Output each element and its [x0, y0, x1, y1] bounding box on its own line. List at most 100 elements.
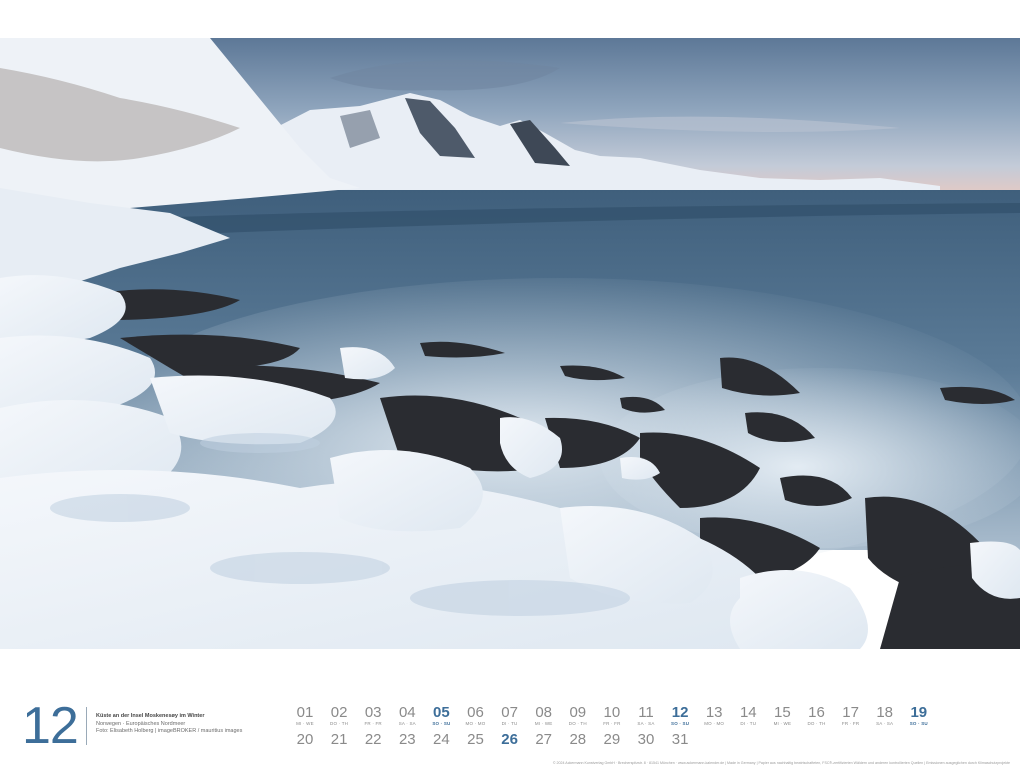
calendar-day: 14 DI · TU: [731, 704, 765, 727]
calendar-day: 09 DO · TH: [561, 704, 595, 727]
day-name: SO · SU: [432, 721, 451, 726]
day-name: MO · MO: [704, 721, 725, 726]
calendar-day: 22: [356, 731, 390, 748]
calendar-day: 05 SO · SU: [424, 704, 458, 727]
day-number: 13: [705, 704, 723, 721]
calendar-day: 24: [424, 731, 458, 748]
caption-location: Norwegen · Europäisches Nordmeer: [96, 720, 186, 727]
calendar-day: 27: [527, 731, 561, 748]
day-number: 14: [739, 704, 757, 721]
day-number: 21: [330, 731, 348, 748]
calendar-day-label: DO · TH: [390, 748, 424, 754]
calendar-day: 08 MI · WE: [527, 704, 561, 727]
calendar-day: 23: [390, 731, 424, 748]
day-number: 28: [569, 731, 587, 748]
calendar-day: 12 SO · SU: [663, 704, 697, 727]
calendar-day: 10 FR · FR: [595, 704, 629, 727]
calendar-day-label: MO · MO: [288, 748, 322, 754]
day-name: FR · FR: [841, 721, 860, 726]
day-number: 05: [433, 704, 450, 721]
day-number: 16: [808, 704, 825, 721]
calendar-day: 02 DO · TH: [322, 704, 356, 727]
calendar-day: 01 MI · WE: [288, 704, 322, 727]
calendar-day: 19 SO · SU: [902, 704, 936, 727]
month-number: 12: [22, 697, 79, 755]
calendar-day: 06 MO · MO: [459, 704, 493, 727]
calendar-day-label: MI · WE: [356, 748, 390, 754]
day-number: 25: [467, 731, 484, 748]
day-name: DO · TH: [568, 721, 587, 726]
calendar-day-label: DO · TH: [629, 748, 663, 754]
day-number: 31: [671, 731, 689, 748]
day-name: MO · MO: [465, 721, 486, 726]
calendar-day: 13 MO · MO: [697, 704, 731, 727]
calendar-day: 03 FR · FR: [356, 704, 390, 727]
day-name: SO · SU: [671, 721, 690, 726]
calendar-day: 11 SA · SA: [629, 704, 663, 727]
calendar-day-label: FR · FR: [663, 748, 697, 754]
calendar-day: 16 DO · TH: [800, 704, 834, 727]
calendar-day: 04 SA · SA: [390, 704, 424, 727]
day-number: 01: [296, 704, 314, 721]
photo-caption: Küste an der Insel Moskenesøy im Winter …: [96, 713, 316, 736]
calendar-day-label: SA · SA: [459, 748, 493, 754]
day-number: 11: [638, 704, 654, 721]
day-name: SA · SA: [876, 721, 894, 726]
calendar-day: 07 DI · TU: [493, 704, 527, 727]
month-divider: [86, 707, 87, 745]
calendar-day-label: DI · TU: [322, 748, 356, 754]
calendar-day-label: SO · SU: [493, 748, 527, 754]
day-number: 17: [842, 704, 859, 721]
day-name: SA · SA: [398, 721, 416, 726]
calendar-day: 20: [288, 731, 322, 748]
caption-title: Küste an der Insel Moskenesøy im Winter: [96, 713, 205, 719]
day-name: DO · TH: [807, 721, 826, 726]
day-number: 27: [535, 731, 553, 748]
day-number: 18: [876, 704, 894, 721]
calendar-day: 28: [561, 731, 595, 748]
day-number: 15: [774, 704, 791, 721]
day-number: 30: [637, 731, 655, 748]
day-name: MI · WE: [773, 721, 792, 726]
calendar-day-label: MO · MO: [527, 748, 561, 754]
calendar-day: 30: [629, 731, 663, 748]
day-name: MI · WE: [534, 721, 553, 726]
day-name: SO · SU: [909, 721, 928, 726]
calendar-day: 18 SA · SA: [868, 704, 902, 727]
day-number: 29: [603, 731, 621, 748]
day-name: DI · TU: [740, 721, 757, 726]
calendar-day: 15 MI · WE: [765, 704, 799, 727]
day-number: 26: [501, 731, 518, 748]
day-number: 23: [398, 731, 416, 748]
day-name: DO · TH: [330, 721, 349, 726]
calendar-day: 21: [322, 731, 356, 748]
calendar-day: 29: [595, 731, 629, 748]
calendar-day: 25: [459, 731, 493, 748]
day-name: FR · FR: [603, 721, 621, 726]
day-name: MI · WE: [296, 721, 314, 726]
calendar-day: 31: [663, 731, 697, 748]
day-number: 04: [398, 704, 416, 721]
day-number: 22: [364, 731, 382, 748]
day-number: 09: [569, 704, 587, 721]
day-number: 12: [671, 704, 689, 721]
day-number: 08: [535, 704, 553, 721]
day-name: SA · SA: [637, 721, 655, 726]
day-name: FR · FR: [364, 721, 382, 726]
calendar-day-label: MI · WE: [595, 748, 629, 754]
day-name: DI · TU: [501, 721, 518, 726]
day-number: 19: [910, 704, 928, 721]
calendar-day-label: DI · TU: [561, 748, 595, 754]
day-number: 10: [603, 704, 621, 721]
landscape-photo: [0, 38, 1020, 649]
day-number: 07: [501, 704, 518, 721]
calendar-day-label: FR · FR: [424, 748, 458, 754]
fineprint: © 2024 Ackermann Kunstverlag GmbH · Brec…: [552, 761, 1010, 765]
day-number: 20: [296, 731, 314, 748]
day-number: 06: [467, 704, 484, 721]
day-number: 24: [433, 731, 450, 748]
day-number: 03: [364, 704, 382, 721]
caption-credit: Foto: Elisabeth Holberg | imageBROKER / …: [96, 728, 243, 734]
calendar-day: 26: [493, 731, 527, 748]
day-number: 02: [330, 704, 348, 721]
